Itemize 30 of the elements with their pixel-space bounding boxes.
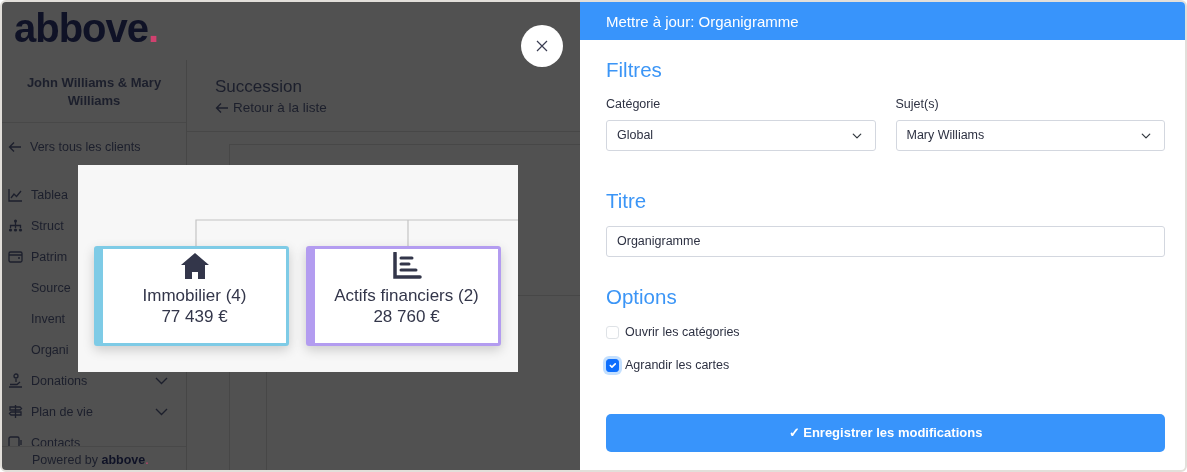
node-amount: 77 439 €: [161, 306, 228, 329]
title-input[interactable]: Organigramme: [606, 225, 1165, 257]
org-chart-icon: [8, 218, 23, 233]
checkbox-label: Ouvrir les catégories: [625, 324, 740, 342]
section-heading: Filtres: [606, 58, 663, 83]
logo: abbove.: [14, 8, 159, 48]
field-label: Sujet(s): [895, 95, 940, 113]
node-title: Actifs financiers (2): [334, 286, 479, 307]
contacts-icon: [8, 436, 23, 446]
node-title: Immobilier (4): [142, 286, 247, 307]
section-heading: Options: [606, 284, 678, 310]
line-chart-icon: [8, 187, 23, 202]
panel-title: Mettre à jour: Organigramme: [580, 2, 1185, 40]
signpost-icon: [8, 404, 23, 420]
select-field[interactable]: Mary Williams: [895, 120, 1165, 152]
wallet-icon: [8, 250, 23, 264]
checkbox[interactable]: [606, 359, 619, 373]
arrow-left-icon: [8, 140, 22, 153]
close-button[interactable]: [521, 25, 563, 67]
select-field[interactable]: Global: [606, 120, 876, 152]
save-button[interactable]: ✓ Enregistrer les modifications: [606, 413, 1165, 452]
checkbox-label: Agrandir les cartes: [625, 357, 730, 375]
hand-coin-icon: [8, 373, 23, 389]
node-amount: 28 760 €: [373, 306, 440, 329]
bar-chart-icon: [391, 252, 422, 280]
field-label: Catégorie: [606, 95, 662, 113]
close-icon: [536, 40, 548, 52]
house-icon: [179, 252, 210, 280]
arrow-left-icon: [215, 102, 229, 115]
section-heading: Titre: [606, 189, 648, 214]
